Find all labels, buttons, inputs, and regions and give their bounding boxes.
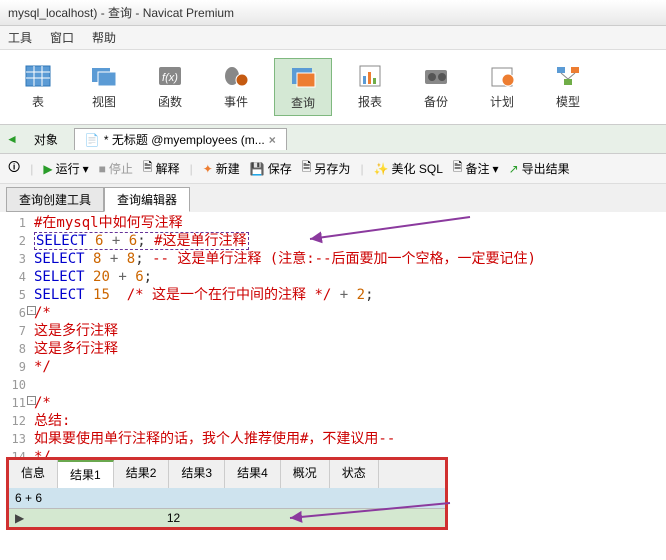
result-column-header[interactable]: 6 + 6 bbox=[9, 488, 445, 509]
ribbon-label: 函数 bbox=[158, 93, 182, 110]
run-button[interactable]: ▶运行 ▾ bbox=[43, 160, 88, 177]
event-icon bbox=[220, 62, 252, 90]
ribbon-label: 报表 bbox=[358, 93, 382, 110]
ribbon-function[interactable]: f(x) 函数 bbox=[142, 58, 198, 116]
stop-button[interactable]: ■停止 bbox=[99, 160, 133, 177]
plan-icon bbox=[486, 62, 518, 90]
ribbon-table[interactable]: 表 bbox=[10, 58, 66, 116]
ribbon-plan[interactable]: 计划 bbox=[474, 58, 530, 116]
explain-button[interactable]: 🗎解释 bbox=[143, 158, 180, 179]
save-button[interactable]: 💾保存 bbox=[250, 160, 292, 177]
objects-tab[interactable]: 对象 bbox=[24, 129, 68, 150]
tab-info[interactable]: 信息 bbox=[9, 460, 58, 488]
ribbon-backup[interactable]: 备份 bbox=[408, 58, 464, 116]
query-icon bbox=[287, 63, 319, 91]
menu-tools[interactable]: 工具 bbox=[8, 29, 32, 46]
view-icon bbox=[88, 62, 120, 90]
results-panel: 信息 结果1 结果2 结果3 结果4 概况 状态 6 + 6 ▶ 12 bbox=[6, 457, 448, 530]
tab-query-builder[interactable]: 查询创建工具 bbox=[6, 187, 104, 212]
tab-status[interactable]: 状态 bbox=[330, 460, 379, 488]
ribbon-model[interactable]: 模型 bbox=[540, 58, 596, 116]
function-icon: f(x) bbox=[154, 62, 186, 90]
ribbon-label: 模型 bbox=[556, 93, 580, 110]
tab-result-2[interactable]: 结果2 bbox=[114, 460, 170, 488]
table-icon bbox=[22, 62, 54, 90]
ribbon-label: 表 bbox=[32, 93, 44, 110]
ribbon-query[interactable]: 查询 bbox=[274, 58, 332, 116]
saveas-button[interactable]: 🗎另存为 bbox=[302, 158, 351, 179]
ribbon-label: 计划 bbox=[490, 93, 514, 110]
tab-result-3[interactable]: 结果3 bbox=[169, 460, 225, 488]
model-icon bbox=[552, 62, 584, 90]
menu-bar: 工具 窗口 帮助 bbox=[0, 26, 666, 50]
row-indicator-icon: ▶ bbox=[15, 511, 24, 525]
export-button[interactable]: ↗导出结果 bbox=[509, 160, 570, 177]
new-button[interactable]: ✦新建 bbox=[203, 160, 240, 177]
beautify-button[interactable]: ✨美化 SQL bbox=[374, 160, 443, 177]
result-cell-value: 12 bbox=[30, 511, 180, 525]
tab-result-4[interactable]: 结果4 bbox=[225, 460, 281, 488]
back-icon[interactable]: ◄ bbox=[6, 132, 18, 146]
menu-window[interactable]: 窗口 bbox=[50, 29, 74, 46]
tab-label: * 无标题 @myemployees (m... bbox=[104, 131, 265, 148]
result-tabs: 信息 结果1 结果2 结果3 结果4 概况 状态 bbox=[9, 460, 445, 488]
menu-help[interactable]: 帮助 bbox=[92, 29, 116, 46]
query-doc-icon: 📄 bbox=[85, 133, 100, 147]
tab-summary[interactable]: 概况 bbox=[281, 460, 330, 488]
close-icon[interactable]: × bbox=[269, 133, 276, 147]
ribbon-event[interactable]: 事件 bbox=[208, 58, 264, 116]
tab-query-editor[interactable]: 查询编辑器 bbox=[104, 187, 190, 212]
query-toolbar: 🛈 | ▶运行 ▾ ■停止 🗎解释 | ✦新建 💾保存 🗎另存为 | ✨美化 S… bbox=[0, 154, 666, 184]
info-icon[interactable]: 🛈 bbox=[8, 158, 20, 179]
tab-result-1[interactable]: 结果1 bbox=[58, 460, 114, 488]
ribbon-label: 事件 bbox=[224, 93, 248, 110]
ribbon-toolbar: 表 视图 f(x) 函数 事件 查询 报表 备份 计划 模型 bbox=[0, 50, 666, 125]
window-title: mysql_localhost) - 查询 - Navicat Premium bbox=[0, 0, 666, 26]
ribbon-view[interactable]: 视图 bbox=[76, 58, 132, 116]
svg-text:f(x): f(x) bbox=[162, 72, 178, 84]
document-tabs: ◄ 对象 📄 * 无标题 @myemployees (m... × bbox=[0, 125, 666, 154]
document-tab-active[interactable]: 📄 * 无标题 @myemployees (m... × bbox=[74, 128, 287, 150]
report-icon bbox=[354, 62, 386, 90]
note-button[interactable]: 🗎备注 ▾ bbox=[453, 158, 499, 179]
ribbon-label: 查询 bbox=[291, 94, 315, 111]
result-row[interactable]: ▶ 12 bbox=[9, 509, 445, 527]
ribbon-label: 备份 bbox=[424, 93, 448, 110]
ribbon-label: 视图 bbox=[92, 93, 116, 110]
query-subtabs: 查询创建工具 查询编辑器 bbox=[0, 184, 666, 212]
backup-icon bbox=[420, 62, 452, 90]
sql-editor[interactable]: 1#在mysql中如何写注释 2SELECT 6 + 6; #这是单行注释 3S… bbox=[0, 212, 666, 468]
result-grid: 6 + 6 ▶ 12 bbox=[9, 488, 445, 527]
ribbon-report[interactable]: 报表 bbox=[342, 58, 398, 116]
